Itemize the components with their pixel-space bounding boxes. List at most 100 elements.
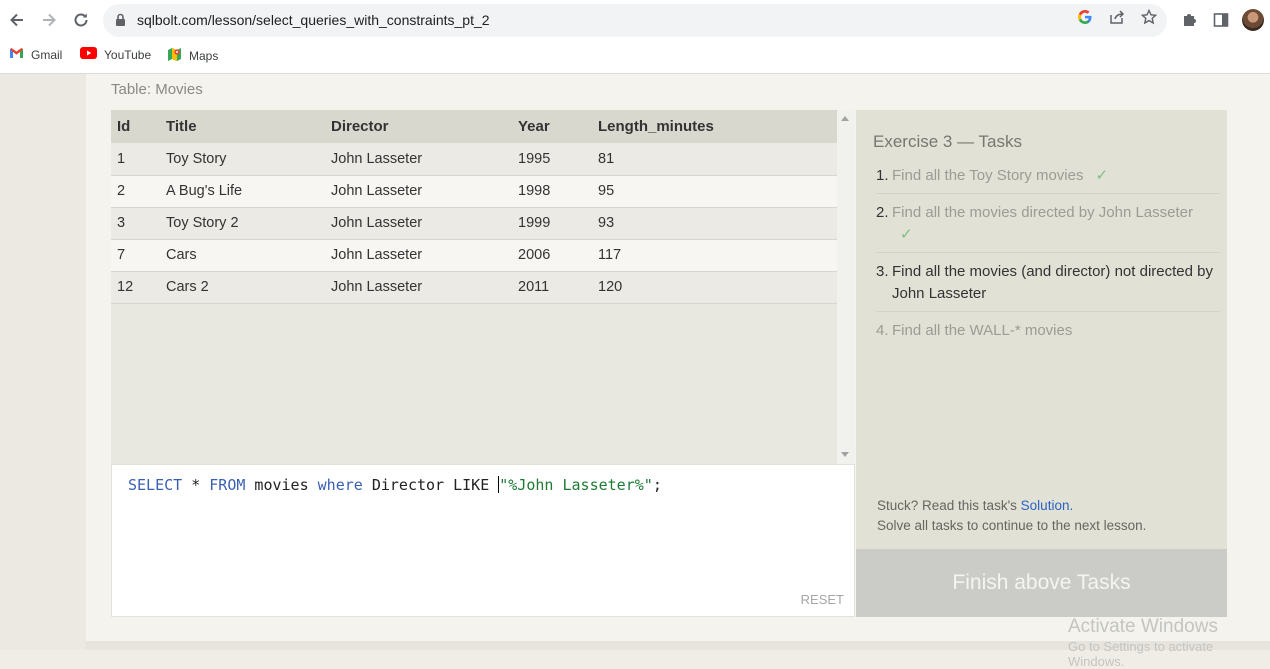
side-panel-icon[interactable] — [1211, 10, 1231, 30]
table-cell: 120 — [592, 271, 838, 304]
bookmark-star-icon[interactable] — [1140, 8, 1158, 26]
task-item: 2. Find all the movies directed by John … — [876, 194, 1220, 253]
exercise-title: Exercise 3 — Tasks — [873, 132, 1022, 151]
watermark-subtitle: Go to Settings to activate Windows. — [1068, 639, 1214, 669]
checkmark-icon: ✓ — [1095, 167, 1109, 184]
task-item: 1. Find all the Toy Story movies ✓ — [876, 163, 1220, 194]
table-cell: 1 — [111, 143, 160, 176]
sql-text: Director LIKE — [362, 476, 499, 494]
table-cell: Toy Story 2 — [160, 207, 325, 240]
solution-link[interactable]: Solution. — [1021, 498, 1074, 513]
gmail-icon — [9, 47, 24, 62]
task-list: 1. Find all the Toy Story movies ✓ 2. Fin… — [876, 163, 1220, 348]
table-cell: Toy Story — [160, 143, 325, 176]
sql-keyword: where — [317, 476, 363, 494]
table-cell: 1999 — [512, 207, 592, 240]
table-row: 12 Cars 2 John Lasseter 2011 120 — [111, 271, 838, 304]
scroll-down-icon[interactable] — [841, 452, 849, 457]
bookmark-maps[interactable]: Maps — [167, 47, 218, 65]
youtube-icon — [80, 47, 97, 62]
table-cell: 7 — [111, 239, 160, 272]
table-cell: John Lasseter — [325, 143, 512, 176]
share-icon[interactable] — [1108, 8, 1126, 26]
table-cell: John Lasseter — [325, 207, 512, 240]
table-cell: Cars — [160, 239, 325, 272]
table-row: 3 Toy Story 2 John Lasseter 1999 93 — [111, 207, 838, 240]
table-caption: Table: Movies — [111, 81, 203, 98]
column-header: Director — [325, 110, 512, 143]
extensions-icon[interactable] — [1179, 10, 1199, 30]
task-number: 3. — [876, 263, 889, 280]
table-cell: John Lasseter — [325, 271, 512, 304]
table-cell: 2006 — [512, 239, 592, 272]
table-row: 7 Cars John Lasseter 2006 117 — [111, 239, 838, 272]
table-cell: 95 — [592, 175, 838, 208]
table-cell: A Bug's Life — [160, 175, 325, 208]
task-number: 1. — [876, 167, 889, 184]
checkmark-icon: ✓ — [900, 226, 913, 243]
table-cell: 1998 — [512, 175, 592, 208]
sql-keyword: FROM — [209, 476, 246, 494]
table-row: 1 Toy Story John Lasseter 1995 81 — [111, 143, 838, 176]
sql-query[interactable]: SELECT * FROM movies where Director LIKE… — [128, 476, 662, 494]
table-cell: John Lasseter — [325, 175, 512, 208]
stuck-text: Stuck? Read this task's — [877, 498, 1017, 513]
browser-chrome: sqlbolt.com/lesson/select_queries_with_c… — [0, 0, 1270, 74]
results-table: Id Title Director Year Length_minutes 1 … — [111, 110, 838, 304]
continue-text: Solve all tasks to continue to the next … — [877, 518, 1147, 533]
table-row: 2 A Bug's Life John Lasseter 1998 95 — [111, 175, 838, 208]
table-cell: 1995 — [512, 143, 592, 176]
sql-text: * — [182, 476, 210, 494]
column-header: Year — [512, 110, 592, 143]
table-cell: 12 — [111, 271, 160, 304]
forward-icon[interactable] — [37, 8, 61, 32]
profile-avatar[interactable] — [1242, 9, 1264, 31]
task-item: 3. Find all the movies (and director) no… — [876, 253, 1220, 312]
sql-keyword: SELECT — [128, 476, 183, 494]
results-scrollbar[interactable] — [837, 110, 855, 464]
page-margin — [0, 74, 86, 650]
task-text: Find all the movies (and director) not d… — [892, 263, 1213, 302]
table-header-row: Id Title Director Year Length_minutes — [111, 110, 838, 143]
task-text: Find all the movies directed by John Las… — [892, 204, 1193, 221]
watermark-title: Activate Windows — [1068, 616, 1218, 637]
task-text: Find all the Toy Story movies — [892, 167, 1084, 184]
finish-tasks-button[interactable]: Finish above Tasks — [856, 549, 1227, 617]
scroll-up-icon[interactable] — [841, 116, 849, 121]
activation-watermark: Activate Windows Go to Settings to activ… — [1068, 616, 1270, 669]
results-panel: Id Title Director Year Length_minutes 1 … — [111, 110, 855, 464]
column-header: Title — [160, 110, 325, 143]
table-cell: 3 — [111, 207, 160, 240]
table-cell: Cars 2 — [160, 271, 325, 304]
task-text: Find all the WALL-* movies — [892, 322, 1073, 339]
address-bar[interactable]: sqlbolt.com/lesson/select_queries_with_c… — [103, 4, 1167, 37]
column-header: Length_minutes — [592, 110, 838, 143]
table-cell: 81 — [592, 143, 838, 176]
bookmark-label: YouTube — [104, 47, 152, 62]
table-cell: John Lasseter — [325, 239, 512, 272]
bookmark-label: Gmail — [31, 47, 63, 62]
lock-icon — [115, 13, 126, 32]
sql-string: "%John Lasseter%" — [499, 476, 653, 494]
bookmarks-bar: Gmail YouTube Maps — [0, 44, 1270, 66]
help-text: Stuck? Read this task's Solution. Solve … — [877, 496, 1146, 536]
bookmark-label: Maps — [189, 49, 219, 63]
column-header: Id — [111, 110, 160, 143]
google-icon[interactable] — [1076, 8, 1094, 26]
task-item: 4. Find all the WALL-* movies — [876, 312, 1220, 348]
url-text: sqlbolt.com/lesson/select_queries_with_c… — [137, 12, 490, 28]
table-cell: 117 — [592, 239, 838, 272]
reset-button[interactable]: RESET — [801, 592, 844, 607]
task-number: 2. — [876, 204, 889, 221]
sql-text: movies — [245, 476, 318, 494]
table-cell: 93 — [592, 207, 838, 240]
reload-icon[interactable] — [69, 8, 93, 32]
back-icon[interactable] — [5, 8, 29, 32]
task-number: 4. — [876, 322, 889, 339]
maps-icon — [167, 47, 182, 65]
bookmark-gmail[interactable]: Gmail — [9, 47, 62, 62]
sql-editor[interactable]: SELECT * FROM movies where Director LIKE… — [111, 464, 855, 617]
bookmark-youtube[interactable]: YouTube — [80, 47, 151, 62]
tasks-panel: Exercise 3 — Tasks 1. Find all the Toy S… — [856, 110, 1227, 549]
sql-text: ; — [652, 476, 662, 494]
